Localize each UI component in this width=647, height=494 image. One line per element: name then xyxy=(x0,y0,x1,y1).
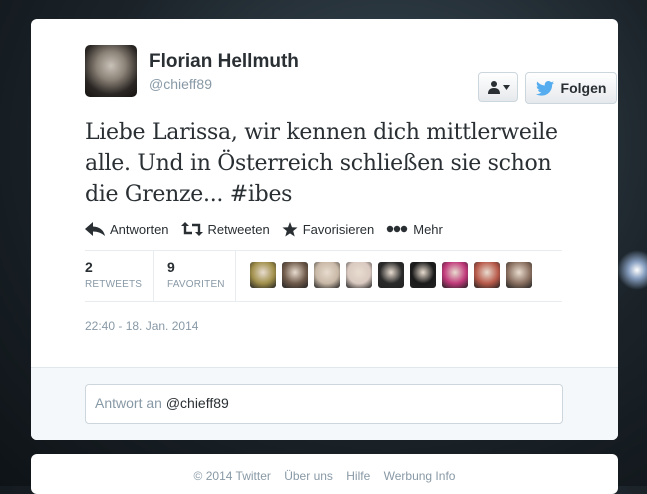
retweets-stat[interactable]: 2 RETWEETS xyxy=(85,259,142,290)
twitter-bird-icon xyxy=(535,80,554,96)
favoriter-8-avatar[interactable] xyxy=(474,262,500,288)
favorites-count: 9 xyxy=(167,259,175,275)
tweet-text-line: die Grenze... #ibes xyxy=(85,179,575,210)
tweet-text: Liebe Larissa, wir kennen dich mittlerwe… xyxy=(85,117,575,210)
favoriter-5-avatar[interactable] xyxy=(378,262,404,288)
more-label: Mehr xyxy=(413,221,443,237)
user-actions-button[interactable] xyxy=(478,72,518,102)
tweet-header: Florian Hellmuth @chieff89 Folgen xyxy=(85,45,617,105)
tweet-actions: Antworten Retweeten Favorisieren Mehr xyxy=(85,218,585,240)
tweet-text-line: alle. Und in Österreich schließen sie sc… xyxy=(85,151,552,176)
favoriter-4-avatar[interactable] xyxy=(346,262,372,288)
tweet-text-line: Liebe Larissa, wir kennen dich mittlerwe… xyxy=(85,120,558,145)
footer: © 2014 Twitter Über uns Hilfe Werbung In… xyxy=(31,454,618,494)
favorite-label: Favorisieren xyxy=(302,221,375,237)
background-light xyxy=(617,250,647,290)
chevron-down-icon xyxy=(502,84,510,90)
retweet-label: Retweeten xyxy=(207,221,270,237)
stat-separator xyxy=(153,251,154,301)
retweet-icon xyxy=(180,222,203,236)
more-dots-icon xyxy=(387,225,408,233)
follow-label: Folgen xyxy=(560,80,607,96)
author-name[interactable]: Florian Hellmuth xyxy=(149,51,299,73)
reply-label: Antworten xyxy=(110,221,169,237)
divider xyxy=(85,301,562,302)
favoriter-3-avatar[interactable] xyxy=(314,262,340,288)
reply-icon xyxy=(85,222,105,236)
user-icon xyxy=(487,81,500,94)
follow-button[interactable]: Folgen xyxy=(525,72,617,104)
reply-placeholder: Antwort an xyxy=(95,395,162,411)
author-handle[interactable]: @chieff89 xyxy=(149,76,212,92)
favoriter-2-avatar[interactable] xyxy=(282,262,308,288)
favorite-action[interactable]: Favorisieren xyxy=(282,218,375,240)
reply-handle: @chieff89 xyxy=(165,395,229,411)
reply-area: Antwort an @chieff89 xyxy=(31,367,618,440)
tweet-text-segment: die Grenze... xyxy=(85,182,230,207)
favoriter-9-avatar[interactable] xyxy=(506,262,532,288)
tweet-card: Florian Hellmuth @chieff89 Folgen Liebe … xyxy=(31,19,618,440)
more-action[interactable]: Mehr xyxy=(386,218,443,240)
footer-link-about[interactable]: Über uns xyxy=(284,469,333,483)
star-icon xyxy=(282,221,298,236)
retweet-action[interactable]: Retweeten xyxy=(180,218,270,240)
favorites-stat[interactable]: 9 FAVORITEN xyxy=(167,259,225,290)
favoriter-avatars xyxy=(250,262,532,288)
hashtag-link[interactable]: #ibes xyxy=(230,182,293,207)
favoriter-7-avatar[interactable] xyxy=(442,262,468,288)
retweets-label: RETWEETS xyxy=(85,279,143,290)
favoriter-6-avatar[interactable] xyxy=(410,262,436,288)
stat-separator xyxy=(235,251,236,301)
footer-link-ads[interactable]: Werbung Info xyxy=(384,469,456,483)
footer-copyright: © 2014 Twitter xyxy=(193,469,271,483)
favoriter-1-avatar[interactable] xyxy=(250,262,276,288)
tweet-stats: 2 RETWEETS 9 FAVORITEN xyxy=(85,251,562,301)
favorites-label: FAVORITEN xyxy=(167,279,225,290)
avatar[interactable] xyxy=(85,45,137,97)
footer-link-help[interactable]: Hilfe xyxy=(346,469,370,483)
reply-action[interactable]: Antworten xyxy=(85,218,169,240)
retweets-count: 2 xyxy=(85,259,93,275)
reply-input[interactable]: Antwort an @chieff89 xyxy=(85,384,563,424)
tweet-timestamp[interactable]: 22:40 - 18. Jan. 2014 xyxy=(85,319,198,333)
